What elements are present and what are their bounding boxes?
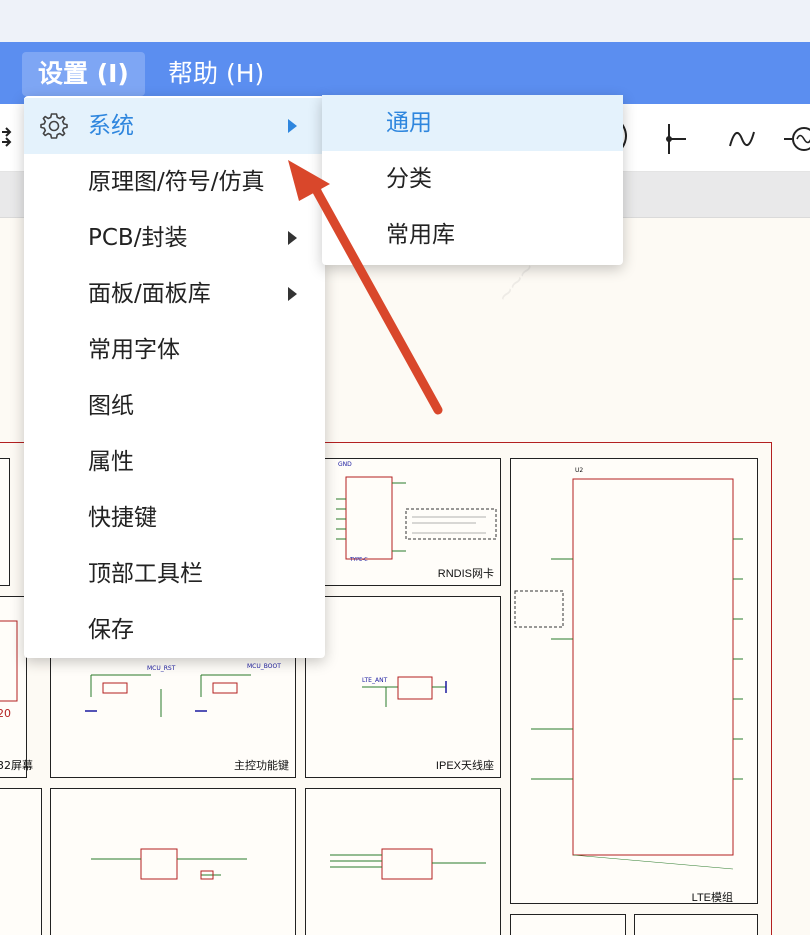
menu-item-common-fonts[interactable]: 常用字体 bbox=[24, 322, 325, 378]
power-circuit-symbol bbox=[91, 848, 247, 880]
schematic-panel[interactable] bbox=[0, 788, 42, 935]
schematic-panel-lte[interactable]: U2 LTE模组 bbox=[510, 458, 758, 904]
junction-icon[interactable] bbox=[656, 122, 690, 156]
menu-item-panel-library[interactable]: 面板/面板库 bbox=[24, 266, 325, 322]
schematic-panel[interactable] bbox=[305, 788, 501, 935]
gear-icon bbox=[40, 113, 68, 139]
connector-title: TYPE-C bbox=[350, 557, 368, 563]
net-label-mcu-rst: MCU_RST bbox=[147, 665, 176, 672]
menu-item-label: 顶部工具栏 bbox=[88, 561, 203, 587]
schematic-panel-ipex[interactable]: LTE_ANT IPEX天线座 bbox=[305, 596, 501, 778]
schematic-panel[interactable] bbox=[0, 458, 10, 586]
menu-item-label: PCB/封装 bbox=[88, 225, 188, 251]
submenu-arrow-icon bbox=[288, 287, 297, 301]
menu-item-drawing-sheet[interactable]: 图纸 bbox=[24, 378, 325, 434]
ac-source-icon[interactable] bbox=[784, 122, 810, 156]
schematic-panel-rndis[interactable]: GND TYPE-C RNDIS网卡 bbox=[305, 458, 501, 586]
panel-label: LTE模组 bbox=[691, 892, 733, 904]
window-top-strip bbox=[0, 0, 810, 42]
settings-dropdown: 系统 原理图/符号/仿真 PCB/封装 面板/面板库 常用字体 图纸 属性 快捷… bbox=[24, 96, 325, 658]
ref-designator: U2 bbox=[575, 467, 584, 474]
menu-item-label: 图纸 bbox=[88, 393, 134, 419]
menu-item-schematic-symbol-sim[interactable]: 原理图/符号/仿真 bbox=[24, 154, 325, 210]
schematic-panel[interactable]: 20 32屏幕 bbox=[0, 596, 33, 778]
menu-item-label: 保存 bbox=[88, 617, 134, 643]
submenu-arrow-icon bbox=[288, 231, 297, 245]
menu-item-top-toolbar[interactable]: 顶部工具栏 bbox=[24, 546, 325, 602]
panel-label: 32屏幕 bbox=[0, 759, 33, 772]
sine-icon[interactable] bbox=[726, 122, 760, 156]
menu-item-system[interactable]: 系统 bbox=[24, 98, 325, 154]
menu-item-pcb-footprint[interactable]: PCB/封装 bbox=[24, 210, 325, 266]
menu-item-label: 属性 bbox=[88, 449, 134, 475]
submenu-item-general[interactable]: 通用 bbox=[322, 95, 623, 151]
panel-label: RNDIS网卡 bbox=[437, 568, 494, 580]
sim-circuit-symbol bbox=[330, 848, 486, 880]
net-label-mcu-boot: MCU_BOOT bbox=[247, 663, 281, 670]
menu-item-properties[interactable]: 属性 bbox=[24, 434, 325, 490]
menu-item-label: 常用字体 bbox=[88, 337, 180, 363]
net-label-gnd: GND bbox=[338, 461, 352, 468]
net-label-lte-ant: LTE_ANT bbox=[362, 677, 388, 684]
menu-item-label: 面板/面板库 bbox=[88, 281, 211, 307]
system-submenu: 通用 分类 常用库 bbox=[322, 95, 623, 265]
schematic-panel[interactable] bbox=[510, 914, 626, 935]
menu-item-label: 快捷键 bbox=[88, 505, 157, 531]
panel-label: 主控功能键 bbox=[234, 760, 289, 772]
submenu-item-common-library[interactable]: 常用库 bbox=[322, 207, 623, 263]
lcd-symbol bbox=[0, 620, 18, 702]
menu-settings[interactable]: 设置 (I) bbox=[22, 52, 145, 96]
menu-item-save[interactable]: 保存 bbox=[24, 602, 325, 658]
schematic-panel[interactable] bbox=[634, 914, 758, 935]
schematic-panel[interactable] bbox=[50, 788, 296, 935]
submenu-item-category[interactable]: 分类 bbox=[322, 151, 623, 207]
submenu-arrow-icon bbox=[288, 119, 297, 133]
menu-help[interactable]: 帮助 (H) bbox=[152, 52, 280, 96]
sheet-right-border bbox=[771, 442, 772, 935]
menu-item-label: 原理图/符号/仿真 bbox=[88, 169, 265, 195]
menu-item-shortcuts[interactable]: 快捷键 bbox=[24, 490, 325, 546]
antenna-connector-symbol bbox=[362, 676, 447, 707]
partial-number: 20 bbox=[0, 707, 11, 720]
panel-label: IPEX天线座 bbox=[435, 760, 494, 772]
lte-module-symbol bbox=[514, 478, 743, 870]
menu-item-label: 系统 bbox=[88, 113, 134, 139]
